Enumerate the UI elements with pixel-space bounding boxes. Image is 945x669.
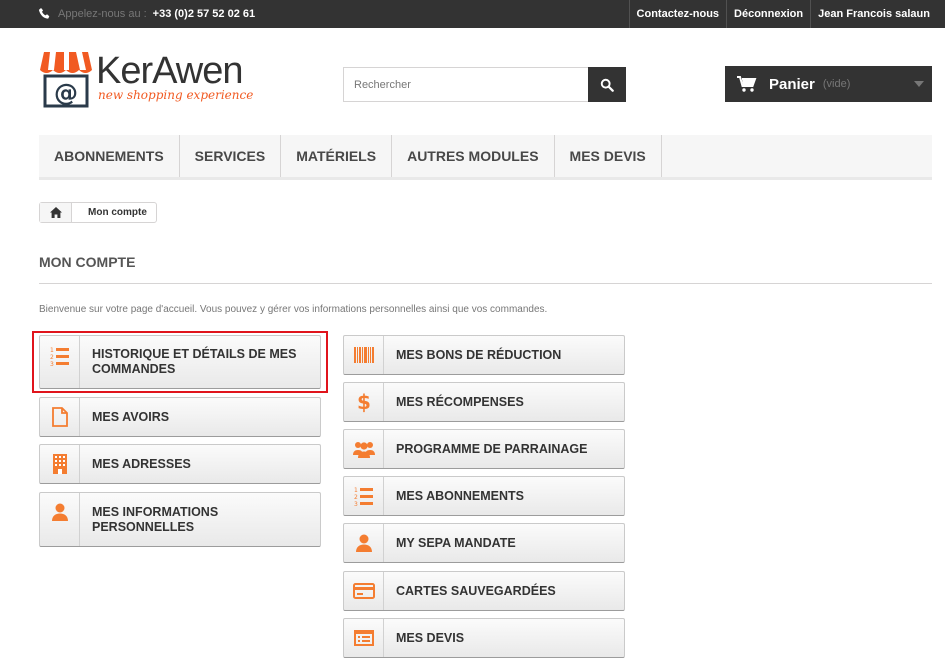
breadcrumb: Mon compte bbox=[39, 202, 157, 223]
svg-text:@: @ bbox=[54, 79, 78, 107]
subscriptions-label: MES ABONNEMENTS bbox=[396, 488, 525, 503]
phone-info: Appelez-nous au : +33 (0)2 57 52 02 61 bbox=[38, 0, 255, 28]
sepa-mandate-label: MY SEPA MANDATE bbox=[396, 535, 516, 550]
account-name-link[interactable]: Jean Francois salaun bbox=[810, 0, 937, 28]
cart-button[interactable]: Panier (vide) bbox=[725, 66, 932, 102]
svg-text:3: 3 bbox=[354, 501, 358, 506]
barcode-icon bbox=[344, 336, 384, 374]
cart-label: Panier bbox=[769, 75, 815, 93]
personal-info-button[interactable]: MES INFORMATIONS PERSONNELLES bbox=[39, 492, 321, 547]
svg-text:2: 2 bbox=[50, 354, 54, 361]
menu-item-materiels[interactable]: MATÉRIELS bbox=[281, 135, 393, 177]
saved-cards-label: CARTES SAUVEGARDÉES bbox=[396, 583, 556, 598]
logo-shop-icon: @ bbox=[40, 52, 92, 108]
search-input[interactable] bbox=[343, 67, 588, 102]
search-form bbox=[343, 67, 626, 102]
breadcrumb-current: Mon compte bbox=[88, 207, 147, 218]
breadcrumb-home[interactable] bbox=[40, 203, 72, 222]
menu-item-abonnements[interactable]: ABONNEMENTS bbox=[39, 135, 180, 177]
addresses-button[interactable]: MES ADRESSES bbox=[39, 444, 321, 484]
phone-label: Appelez-nous au : bbox=[58, 8, 147, 20]
logout-link[interactable]: Déconnexion bbox=[726, 0, 810, 28]
referral-program-label: PROGRAMME DE PARRAINAGE bbox=[396, 441, 588, 456]
order-history-label: HISTORIQUE ET DÉTAILS DE MES COMMANDES bbox=[92, 347, 297, 376]
chevron-down-icon bbox=[914, 81, 924, 87]
top-bar: Appelez-nous au : +33 (0)2 57 52 02 61 C… bbox=[0, 0, 945, 28]
user-icon bbox=[40, 493, 80, 546]
group-icon bbox=[344, 430, 384, 468]
logo-tagline: new shopping experience bbox=[98, 88, 254, 102]
addresses-label: MES ADRESSES bbox=[92, 456, 191, 471]
logo[interactable]: @ KerAwen new shopping experience bbox=[40, 48, 255, 108]
svg-text:2: 2 bbox=[354, 494, 358, 501]
welcome-text: Bienvenue sur votre page d'accueil. Vous… bbox=[39, 304, 548, 315]
rewards-label: MES RÉCOMPENSES bbox=[396, 394, 524, 409]
phone-number: +33 (0)2 57 52 02 61 bbox=[152, 8, 256, 20]
dollar-icon: $ bbox=[344, 383, 384, 421]
search-button[interactable] bbox=[588, 67, 626, 102]
contact-link[interactable]: Contactez-nous bbox=[628, 0, 727, 28]
referral-program-button[interactable]: PROGRAMME DE PARRAINAGE bbox=[343, 429, 625, 469]
main-menu: ABONNEMENTS SERVICES MATÉRIELS AUTRES MO… bbox=[39, 135, 932, 180]
quotes-label: MES DEVIS bbox=[396, 630, 465, 645]
personal-info-label: MES INFORMATIONS PERSONNELLES bbox=[92, 504, 219, 534]
credit-slips-label: MES AVOIRS bbox=[92, 409, 170, 424]
list-alt-icon bbox=[344, 619, 384, 657]
svg-text:3: 3 bbox=[50, 361, 54, 366]
cart-status: (vide) bbox=[822, 78, 851, 90]
quotes-button[interactable]: MES DEVIS bbox=[343, 618, 625, 658]
list-ordered-icon: 123 bbox=[344, 477, 384, 515]
menu-item-services[interactable]: SERVICES bbox=[180, 135, 282, 177]
top-links: Contactez-nous Déconnexion Jean Francois… bbox=[628, 0, 937, 28]
svg-text:1: 1 bbox=[50, 347, 54, 354]
file-icon bbox=[40, 398, 80, 436]
subscriptions-button[interactable]: 123 MES ABONNEMENTS bbox=[343, 476, 625, 516]
cart-icon bbox=[737, 76, 757, 92]
credit-slips-button[interactable]: MES AVOIRS bbox=[39, 397, 321, 437]
phone-icon bbox=[38, 7, 52, 21]
svg-text:1: 1 bbox=[354, 487, 358, 494]
user-icon bbox=[344, 524, 384, 562]
svg-text:$: $ bbox=[357, 391, 371, 413]
menu-item-mes-devis[interactable]: MES DEVIS bbox=[555, 135, 662, 177]
page-title: MON COMPTE bbox=[39, 254, 932, 284]
credit-card-icon bbox=[344, 572, 384, 610]
sepa-mandate-button[interactable]: MY SEPA MANDATE bbox=[343, 523, 625, 563]
rewards-button[interactable]: $ MES RÉCOMPENSES bbox=[343, 382, 625, 422]
saved-cards-button[interactable]: CARTES SAUVEGARDÉES bbox=[343, 571, 625, 611]
logo-brand: KerAwen bbox=[96, 50, 244, 92]
home-icon bbox=[49, 207, 62, 218]
vouchers-button[interactable]: MES BONS DE RÉDUCTION bbox=[343, 335, 625, 375]
vouchers-label: MES BONS DE RÉDUCTION bbox=[396, 347, 562, 362]
list-ordered-icon: 123 bbox=[40, 336, 80, 388]
order-history-button[interactable]: 123 HISTORIQUE ET DÉTAILS DE MES COMMAND… bbox=[39, 335, 321, 389]
search-icon bbox=[600, 78, 614, 92]
building-icon bbox=[40, 445, 80, 483]
menu-item-autres-modules[interactable]: AUTRES MODULES bbox=[392, 135, 555, 177]
